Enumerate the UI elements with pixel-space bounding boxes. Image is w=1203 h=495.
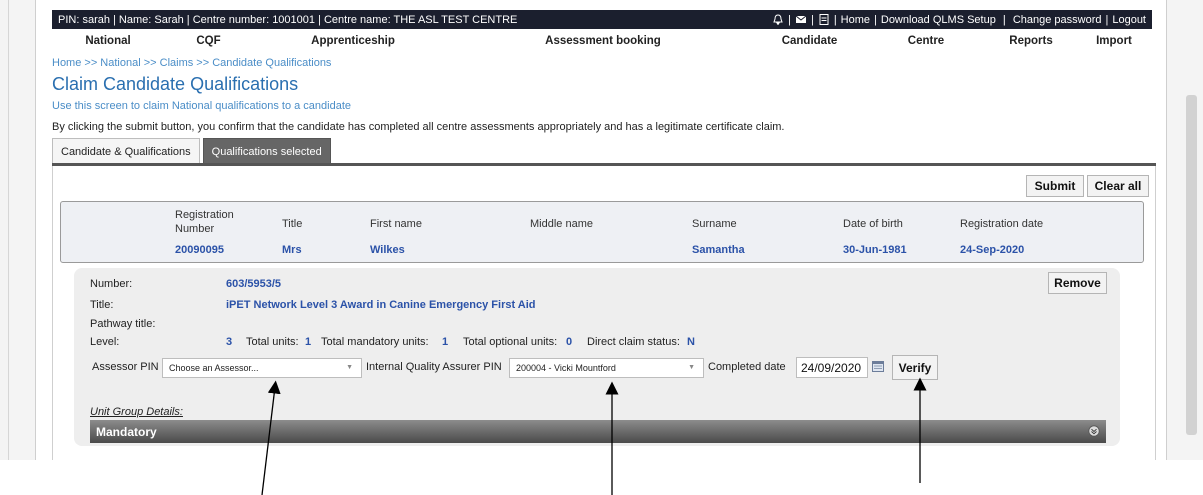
header-middle-name: Middle name	[530, 218, 593, 230]
tab-bar: Candidate & Qualifications Qualification…	[52, 138, 334, 164]
assessor-select[interactable]: Choose an Assessor... ▼	[162, 358, 362, 378]
header-registration-number: Registration Number	[175, 209, 234, 235]
user-info: PIN: sarah | Name: Sarah | Centre number…	[58, 13, 518, 26]
tab-candidate-qualifications[interactable]: Candidate & Qualifications	[52, 138, 200, 164]
value-surname: Samantha	[692, 244, 745, 256]
confirmation-text: By clicking the submit button, you confi…	[52, 121, 785, 133]
page-subtitle: Use this screen to claim National qualif…	[52, 100, 351, 112]
assessor-select-value: Choose an Assessor...	[169, 363, 259, 373]
label-total-units: Total units:	[246, 336, 299, 348]
nav-apprenticeship[interactable]: Apprenticeship	[253, 35, 453, 51]
top-links: | | | Home | Download QLMS Setup | Chang…	[772, 14, 1146, 26]
nav-assessment-booking[interactable]: Assessment booking	[453, 35, 753, 51]
value-direct-claim: N	[687, 336, 695, 348]
completed-date-input[interactable]: 24/09/2020	[796, 357, 868, 378]
header-date-of-birth: Date of birth	[843, 218, 903, 230]
header-surname: Surname	[692, 218, 737, 230]
scrollbar-thumb[interactable]	[1186, 95, 1197, 435]
iqa-select-value: 200004 - Vicki Mountford	[516, 363, 616, 373]
expand-icon[interactable]	[1088, 425, 1100, 437]
calendar-icon[interactable]	[872, 361, 884, 372]
document-icon[interactable]	[818, 14, 830, 25]
page-title: Claim Candidate Qualifications	[52, 74, 299, 94]
qualification-level: 3	[226, 336, 233, 348]
value-date-of-birth: 30-Jun-1981	[843, 244, 907, 256]
change-password-link[interactable]: Change password	[1013, 14, 1102, 26]
bell-icon[interactable]	[772, 14, 784, 25]
label-direct-claim: Direct claim status:	[587, 336, 680, 348]
breadcrumb[interactable]: Home >> National >> Claims >> Candidate …	[52, 57, 331, 69]
nav-national[interactable]: National	[52, 35, 164, 51]
label-number: Number:	[90, 278, 133, 290]
download-qlms-link[interactable]: Download QLMS Setup	[881, 14, 996, 26]
qualification-title: iPET Network Level 3 Award in Canine Eme…	[226, 299, 536, 311]
value-registration-date: 24-Sep-2020	[960, 244, 1025, 256]
value-registration-number: 20090095	[175, 244, 224, 256]
value-title: Mrs	[282, 244, 302, 256]
submit-button[interactable]: Submit	[1026, 175, 1084, 197]
value-total-units: 1	[305, 336, 312, 348]
frame-divider	[8, 0, 9, 460]
chevron-down-icon: ▼	[688, 364, 695, 371]
tab-qualifications-selected[interactable]: Qualifications selected	[202, 138, 331, 164]
value-optional-units: 0	[566, 336, 573, 348]
logout-link[interactable]: Logout	[1112, 14, 1146, 26]
label-pathway: Pathway title:	[90, 318, 156, 330]
verify-button[interactable]: Verify	[892, 355, 938, 380]
header-first-name: First name	[370, 218, 422, 230]
chevron-down-icon: ▼	[346, 364, 353, 371]
header-registration-date: Registration date	[960, 218, 1044, 230]
value-mandatory-units: 1	[442, 336, 449, 348]
nav-reports[interactable]: Reports	[986, 35, 1076, 51]
header-title: Title	[282, 218, 303, 230]
qualification-number: 603/5953/5	[226, 278, 282, 290]
mandatory-label: Mandatory	[96, 424, 157, 439]
iqa-select[interactable]: 200004 - Vicki Mountford ▼	[509, 358, 704, 378]
mandatory-group-header[interactable]: Mandatory	[90, 420, 1106, 443]
label-mandatory-units: Total mandatory units:	[321, 336, 429, 348]
browser-frame-left	[0, 0, 36, 460]
candidate-summary: Registration Number Title First name Mid…	[60, 201, 1144, 263]
nav-candidate[interactable]: Candidate	[753, 35, 866, 51]
label-level: Level:	[90, 336, 120, 348]
clear-all-button[interactable]: Clear all	[1087, 175, 1149, 197]
label-title: Title:	[90, 299, 114, 311]
iqa-label: Internal Quality Assurer PIN	[366, 361, 502, 373]
completed-date-label: Completed date	[708, 361, 786, 373]
main-nav: National CQF Apprenticeship Assessment b…	[52, 35, 1152, 51]
label-optional-units: Total optional units:	[463, 336, 558, 348]
unit-group-heading: Unit Group Details:	[90, 406, 183, 418]
nav-import[interactable]: Import	[1076, 35, 1152, 51]
home-link[interactable]: Home	[841, 14, 870, 26]
nav-centre[interactable]: Centre	[866, 35, 986, 51]
remove-button[interactable]: Remove	[1048, 272, 1107, 294]
assessor-label: Assessor PIN	[92, 361, 159, 373]
nav-cqf[interactable]: CQF	[164, 35, 253, 51]
mail-icon[interactable]	[795, 14, 807, 25]
top-bar: PIN: sarah | Name: Sarah | Centre number…	[52, 10, 1152, 29]
scrollbar-track[interactable]	[1166, 0, 1203, 460]
value-first-name: Wilkes	[370, 244, 405, 256]
